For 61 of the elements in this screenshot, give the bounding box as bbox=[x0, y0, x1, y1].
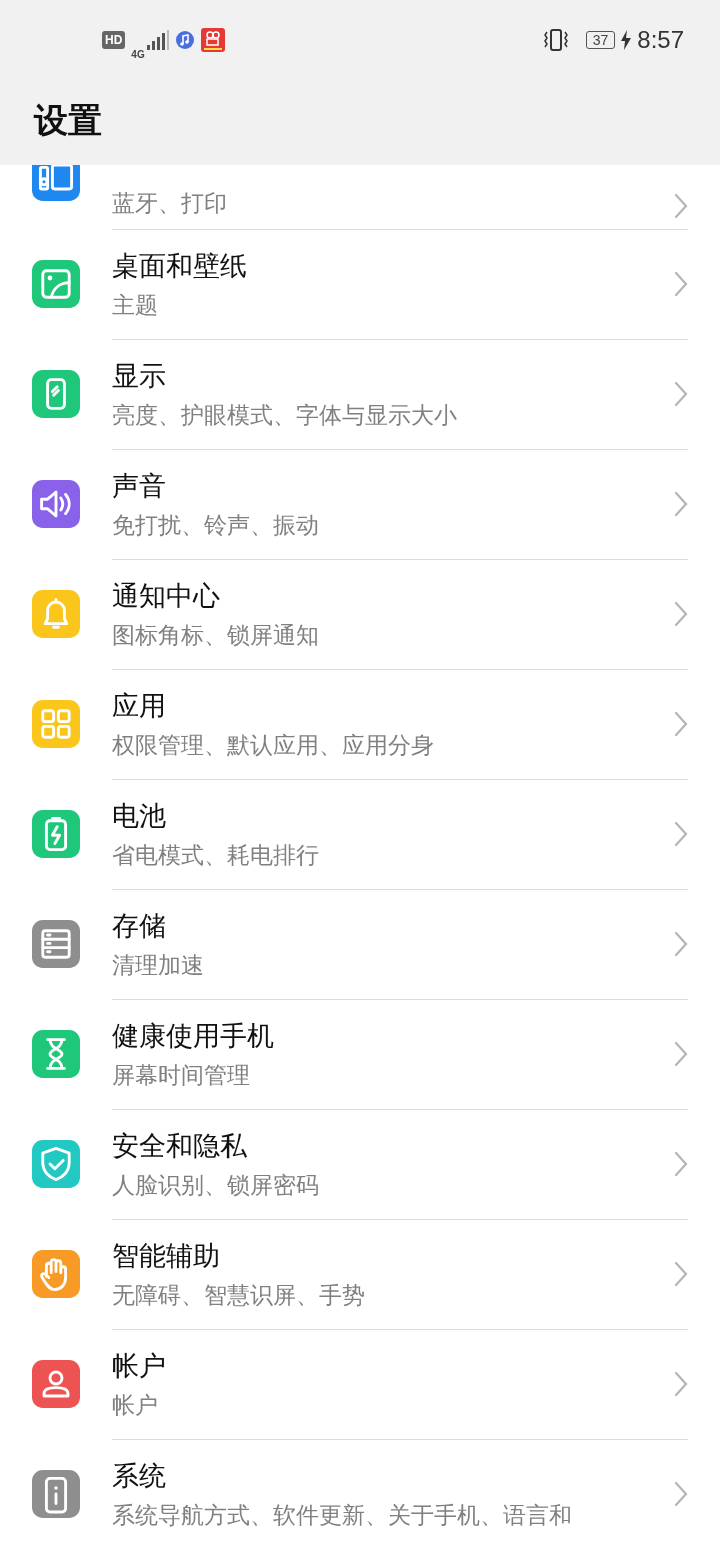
item-title: 智能辅助 bbox=[112, 1238, 221, 1273]
chevron-icon bbox=[674, 193, 688, 219]
chevron-icon bbox=[674, 491, 688, 517]
item-title: 电池 bbox=[112, 798, 167, 833]
settings-item[interactable]: 存储 清理加速 bbox=[0, 889, 720, 999]
item-subtitle: 蓝牙、打印 bbox=[112, 189, 228, 218]
chevron-icon bbox=[674, 1151, 688, 1177]
item-title: 桌面和壁纸 bbox=[112, 248, 248, 283]
hd-badge: HD bbox=[102, 31, 126, 49]
chevron-icon bbox=[674, 381, 688, 407]
item-subtitle: 清理加速 bbox=[112, 950, 205, 980]
item-title: 健康使用手机 bbox=[112, 1018, 275, 1053]
network-type: 4G bbox=[131, 48, 145, 60]
item-title: 系统 bbox=[112, 1458, 167, 1493]
item-subtitle: 主题 bbox=[112, 290, 159, 320]
charging-icon bbox=[621, 30, 632, 50]
item-subtitle: 权限管理、默认应用、应用分身 bbox=[112, 730, 435, 760]
item-title: 通知中心 bbox=[112, 578, 221, 613]
item-subtitle: 图标角标、锁屏通知 bbox=[112, 620, 320, 650]
page-title: 设置 bbox=[34, 99, 102, 142]
settings-item[interactable]: 系统 系统导航方式、软件更新、关于手机、语言和 bbox=[0, 1439, 720, 1549]
item-title: 安全和隐私 bbox=[112, 1128, 248, 1163]
item-subtitle: 人脸识别、锁屏密码 bbox=[112, 1170, 320, 1200]
chevron-icon bbox=[674, 711, 688, 737]
chevron-icon bbox=[674, 601, 688, 627]
item-subtitle: 屏幕时间管理 bbox=[112, 1060, 251, 1090]
item-subtitle: 省电模式、耗电排行 bbox=[112, 840, 320, 870]
item-title: 显示 bbox=[112, 358, 167, 393]
settings-item[interactable]: 声音 免打扰、铃声、振动 bbox=[0, 449, 720, 559]
chevron-icon bbox=[674, 931, 688, 957]
settings-item[interactable]: 健康使用手机 屏幕时间管理 bbox=[0, 999, 720, 1109]
settings-item[interactable]: 安全和隐私 人脸识别、锁屏密码 bbox=[0, 1109, 720, 1219]
chevron-icon bbox=[674, 1481, 688, 1507]
settings-item[interactable]: 智能辅助 无障碍、智慧识屏、手势 bbox=[0, 1219, 720, 1329]
video-app-icon bbox=[200, 28, 225, 52]
settings-item[interactable]: 应用 权限管理、默认应用、应用分身 bbox=[0, 669, 720, 779]
chevron-icon bbox=[674, 271, 688, 297]
item-title: 声音 bbox=[112, 468, 167, 503]
settings-item[interactable]: 显示 亮度、护眼模式、字体与显示大小 bbox=[0, 339, 720, 449]
settings-item[interactable]: 帐户 帐户 bbox=[0, 1329, 720, 1439]
item-subtitle: 帐户 bbox=[112, 1390, 159, 1420]
battery-level: 37 bbox=[585, 31, 616, 49]
item-subtitle: 系统导航方式、软件更新、关于手机、语言和 bbox=[112, 1500, 573, 1530]
chevron-icon bbox=[674, 1041, 688, 1067]
item-subtitle: 无障碍、智慧识屏、手势 bbox=[112, 1280, 366, 1310]
item-subtitle: 亮度、护眼模式、字体与显示大小 bbox=[112, 400, 458, 430]
settings-item[interactable]: 通知中心 图标角标、锁屏通知 bbox=[0, 559, 720, 669]
item-title: 应用 bbox=[112, 688, 167, 723]
settings-item[interactable]: 电池 省电模式、耗电排行 bbox=[0, 779, 720, 889]
vibrate-icon bbox=[541, 29, 570, 51]
item-title: 帐户 bbox=[112, 1348, 167, 1383]
chevron-icon bbox=[674, 1371, 688, 1397]
chevron-icon bbox=[674, 821, 688, 847]
clock-time: 8:57 bbox=[637, 26, 684, 54]
signal-icon bbox=[146, 30, 169, 50]
item-subtitle: 免打扰、铃声、振动 bbox=[112, 510, 320, 540]
music-app-icon bbox=[174, 30, 195, 50]
chevron-icon bbox=[674, 1261, 688, 1287]
item-title: 存储 bbox=[112, 908, 167, 943]
settings-item[interactable]: 蓝牙、打印 bbox=[0, 165, 720, 229]
settings-item[interactable]: 桌面和壁纸 主题 bbox=[0, 229, 720, 339]
